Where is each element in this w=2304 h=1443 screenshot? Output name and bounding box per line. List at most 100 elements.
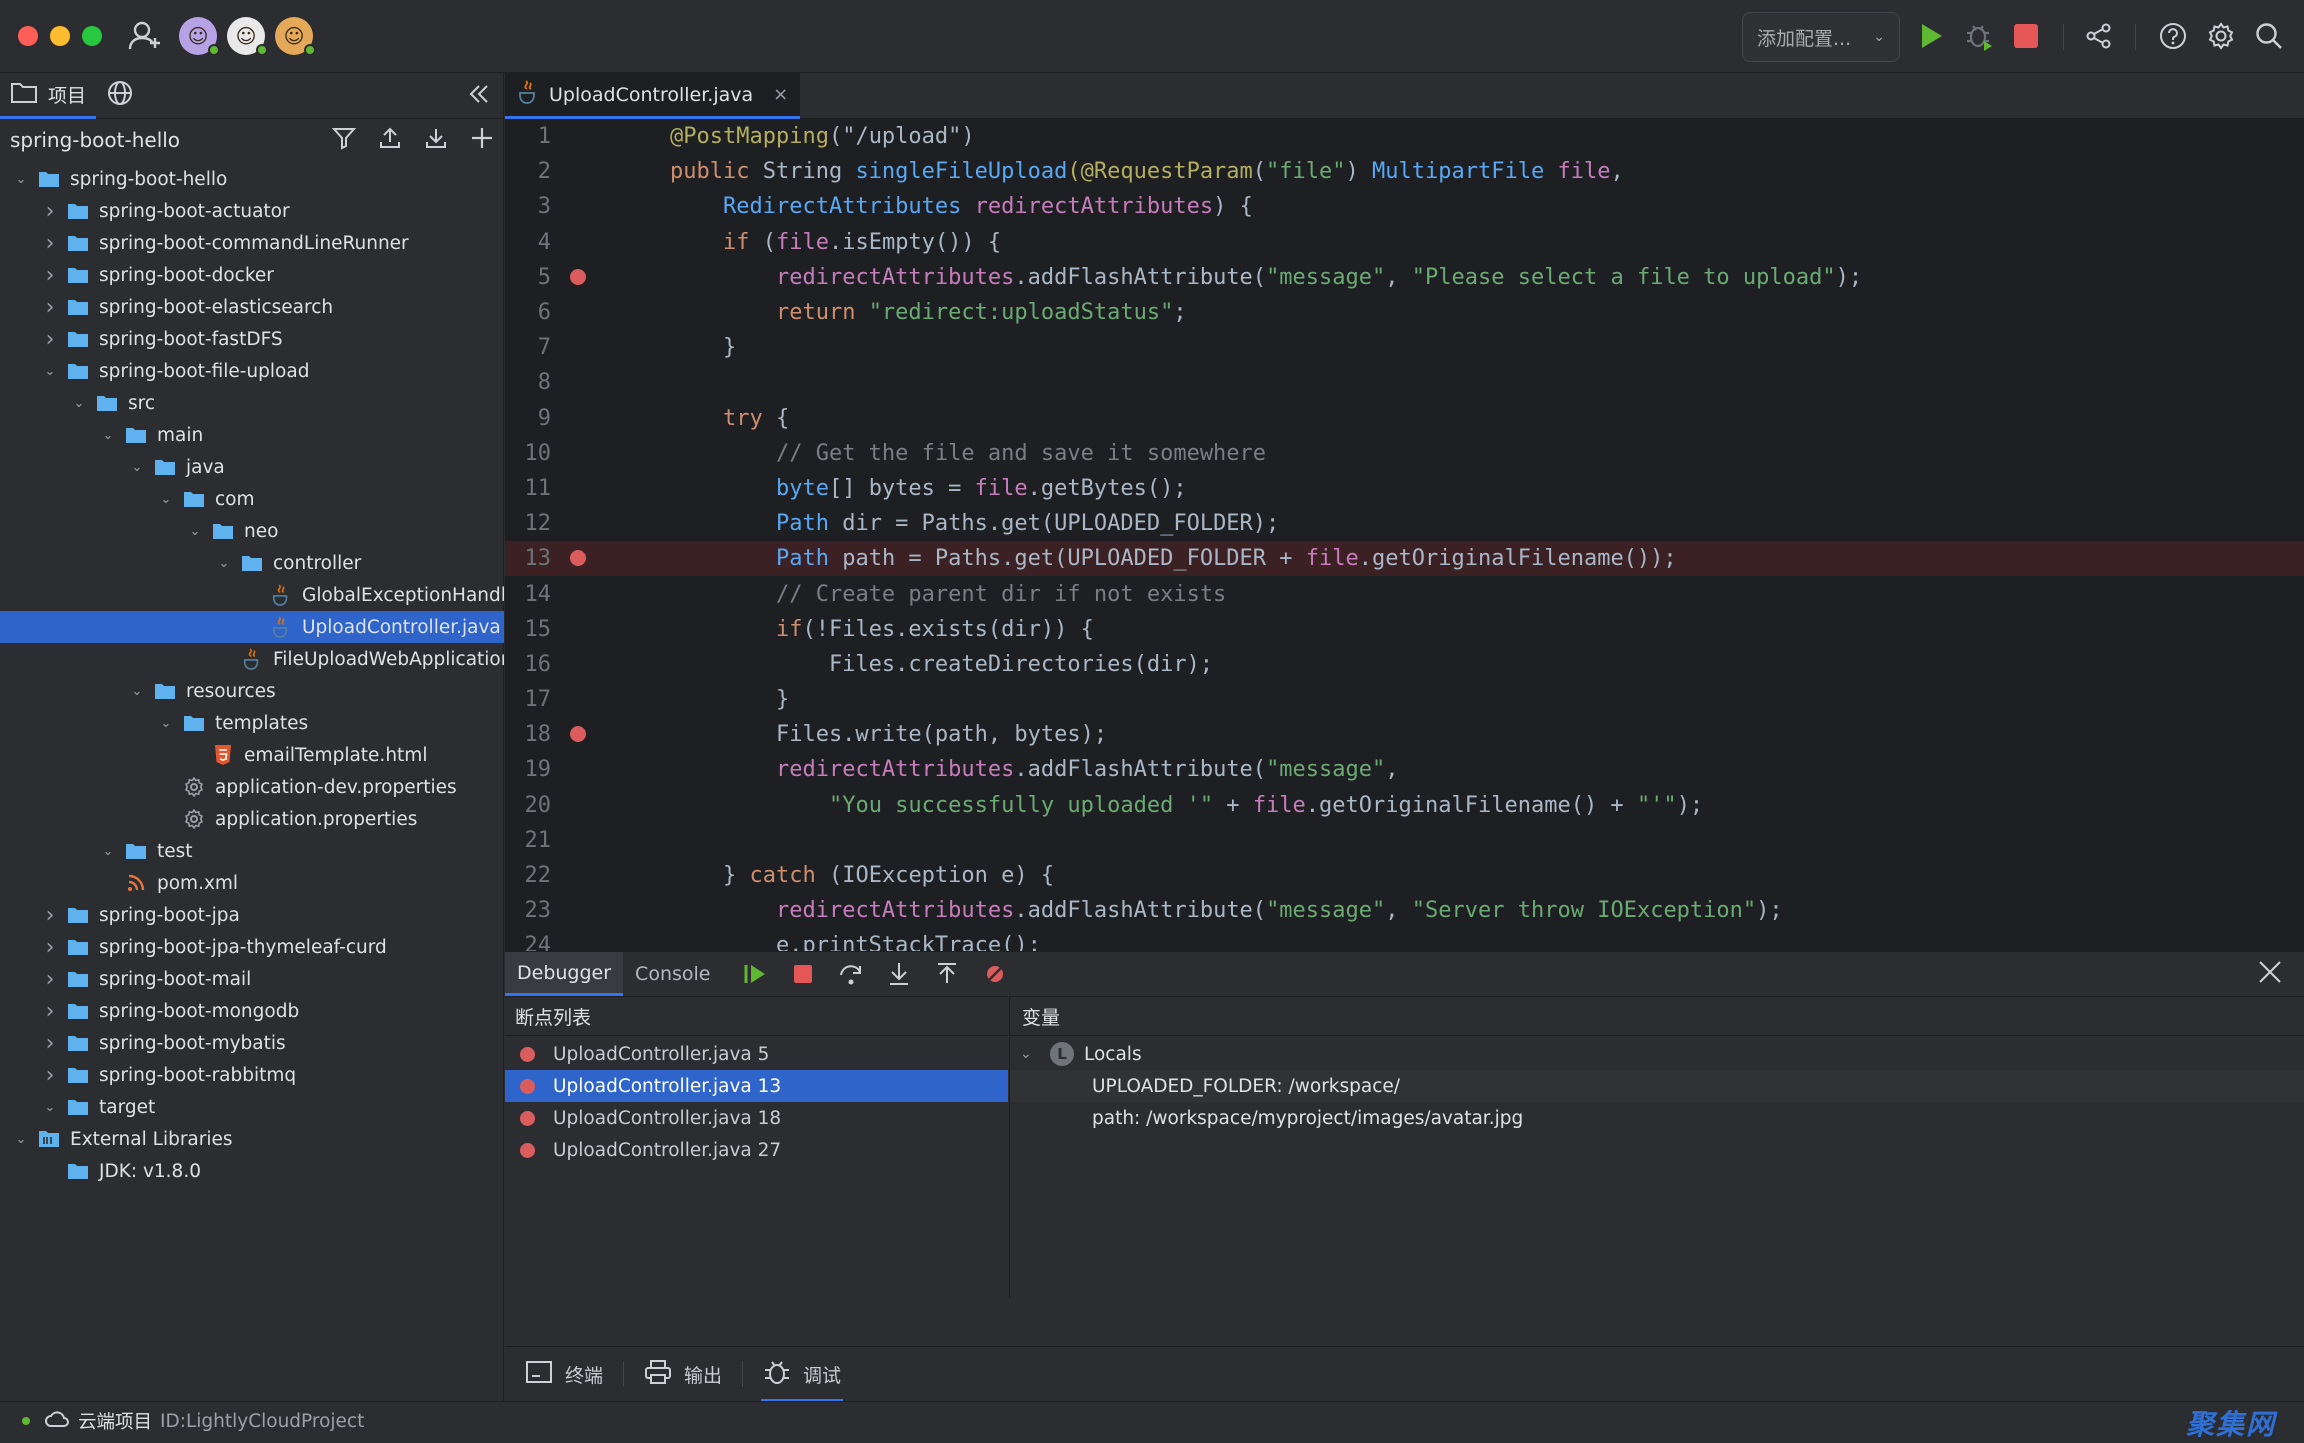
tree-item[interactable]: › spring-boot-mail	[0, 963, 504, 995]
code-line[interactable]: 17 }	[505, 682, 2304, 717]
breakpoint-item[interactable]: UploadController.java 18	[505, 1102, 1008, 1134]
settings-gear-icon[interactable]	[2205, 20, 2237, 52]
variable-row[interactable]: UPLOADED_FOLDER: /workspace/	[1010, 1070, 2304, 1102]
chevron-right-icon[interactable]: ›	[39, 295, 61, 320]
tree-item[interactable]: emailTemplate.html	[0, 739, 504, 771]
editor-tab[interactable]: UploadController.java ×	[505, 73, 801, 119]
tree-item[interactable]: ⌄ src	[0, 387, 504, 419]
tree-item[interactable]: ⌄ test	[0, 835, 504, 867]
chevron-right-icon[interactable]: ›	[39, 1063, 61, 1088]
tree-item[interactable]: pom.xml	[0, 867, 504, 899]
code-line[interactable]: 8	[505, 365, 2304, 400]
chevron-down-icon[interactable]: ⌄	[126, 456, 148, 478]
breakpoint-marker[interactable]	[570, 550, 586, 567]
line-number[interactable]: 16	[505, 652, 552, 677]
tree-item[interactable]: › spring-boot-mybatis	[0, 1027, 504, 1059]
line-number[interactable]: 8	[505, 370, 551, 395]
tree-item[interactable]: application-dev.properties	[0, 771, 504, 803]
chevron-right-icon[interactable]: ›	[39, 199, 61, 224]
chevron-right-icon[interactable]: ›	[39, 967, 61, 992]
breakpoint-marker[interactable]	[570, 726, 586, 743]
maximize-window-button[interactable]	[82, 26, 102, 46]
filter-icon[interactable]	[331, 126, 357, 155]
chevron-right-icon[interactable]: ›	[39, 999, 61, 1024]
chevron-down-icon[interactable]: ⌄	[10, 168, 32, 190]
breakpoint-marker[interactable]	[570, 268, 586, 285]
tree-item[interactable]: UploadController.java	[0, 611, 504, 643]
code-line[interactable]: 13 Path path = Paths.get(UPLOADED_FOLDER…	[505, 541, 2304, 577]
line-number[interactable]: 22	[505, 863, 552, 888]
chevron-down-icon[interactable]: ⌄	[126, 680, 148, 702]
tree-item[interactable]: › spring-boot-jpa-thymeleaf-curd	[0, 931, 504, 963]
breakpoint-item[interactable]: UploadController.java 13	[505, 1070, 1008, 1102]
line-number[interactable]: 2	[505, 159, 551, 184]
tab-console[interactable]: Console	[623, 952, 722, 996]
code-line[interactable]: 12 Path dir = Paths.get(UPLOADED_FOLDER)…	[505, 506, 2304, 541]
line-number[interactable]: 14	[505, 582, 552, 607]
line-number[interactable]: 15	[505, 617, 552, 642]
add-icon[interactable]	[470, 126, 494, 155]
breakpoint-item[interactable]: UploadController.java 5	[505, 1038, 1008, 1070]
tree-item[interactable]: › spring-boot-jpa	[0, 899, 504, 931]
help-icon[interactable]	[2157, 20, 2189, 52]
chevron-down-icon[interactable]: ⌄	[184, 520, 206, 542]
chevron-right-icon[interactable]: ›	[39, 263, 61, 288]
tree-item[interactable]: ⌄ controller	[0, 547, 504, 579]
code-line[interactable]: 15 if(!Files.exists(dir)) {	[505, 612, 2304, 647]
download-icon[interactable]	[424, 126, 448, 155]
code-line[interactable]: 20 "You successfully uploaded '" + file.…	[505, 788, 2304, 823]
step-into-icon[interactable]	[884, 959, 914, 989]
add-collaborator-icon[interactable]	[128, 20, 162, 56]
tab-project[interactable]: 项目	[0, 73, 97, 119]
line-number[interactable]: 23	[505, 898, 552, 923]
chevron-down-icon[interactable]: ⌄	[10, 1128, 32, 1150]
stop-debug-icon[interactable]	[788, 959, 818, 989]
tree-item[interactable]: › spring-boot-fastDFS	[0, 323, 504, 355]
tree-item[interactable]: › spring-boot-rabbitmq	[0, 1059, 504, 1091]
line-number[interactable]: 9	[505, 406, 551, 431]
code-line[interactable]: 14 // Create parent dir if not exists	[505, 576, 2304, 611]
line-number[interactable]: 6	[505, 300, 551, 325]
line-number[interactable]: 7	[505, 335, 551, 360]
chevron-right-icon[interactable]: ›	[39, 231, 61, 256]
mute-breakpoints-icon[interactable]	[980, 959, 1010, 989]
tree-item[interactable]: application.properties	[0, 803, 504, 835]
code-line[interactable]: 16 Files.createDirectories(dir);	[505, 647, 2304, 682]
share-icon[interactable]	[2083, 20, 2115, 52]
code-line[interactable]: 11 byte[] bytes = file.getBytes();	[505, 471, 2304, 506]
resume-icon[interactable]	[740, 959, 770, 989]
tree-item[interactable]: ⌄ java	[0, 451, 504, 483]
line-number[interactable]: 21	[505, 828, 552, 853]
tree-item[interactable]: ⌄ spring-boot-file-upload	[0, 355, 504, 387]
code-line[interactable]: 21	[505, 823, 2304, 858]
tree-item[interactable]: ⌄ resources	[0, 675, 504, 707]
line-number[interactable]: 17	[505, 687, 552, 712]
chevron-right-icon[interactable]: ›	[39, 903, 61, 928]
tree-item[interactable]: ⌄ neo	[0, 515, 504, 547]
avatar[interactable]: ☺	[227, 17, 268, 56]
code-line[interactable]: 6 return "redirect:uploadStatus";	[505, 295, 2304, 330]
tree-item[interactable]: › spring-boot-commandLineRunner	[0, 227, 504, 259]
tree-item[interactable]: › spring-boot-mongodb	[0, 995, 504, 1027]
code-line[interactable]: 19 redirectAttributes.addFlashAttribute(…	[505, 752, 2304, 787]
line-number[interactable]: 4	[505, 230, 551, 255]
variable-row[interactable]: path: /workspace/myproject/images/avatar…	[1010, 1102, 2304, 1134]
chevron-down-icon[interactable]: ⌄	[39, 1096, 61, 1118]
chevron-down-icon[interactable]: ⌄	[97, 840, 119, 862]
line-number[interactable]: 18	[505, 722, 552, 747]
step-over-icon[interactable]	[836, 959, 866, 989]
cloud-project-label[interactable]: 云端项目	[78, 1408, 152, 1434]
line-number[interactable]: 3	[505, 194, 551, 219]
line-number[interactable]: 11	[505, 476, 552, 501]
line-number[interactable]: 24	[505, 933, 552, 951]
debug-icon[interactable]	[1963, 20, 1995, 52]
minimize-window-button[interactable]	[50, 26, 70, 46]
chevron-right-icon[interactable]: ›	[39, 935, 61, 960]
code-line[interactable]: 23 redirectAttributes.addFlashAttribute(…	[505, 893, 2304, 928]
chevron-down-icon[interactable]: ⌄	[155, 712, 177, 734]
chevron-down-icon[interactable]: ⌄	[39, 360, 61, 382]
code-line[interactable]: 1 @PostMapping("/upload")	[505, 119, 2304, 154]
breakpoint-item[interactable]: UploadController.java 27	[505, 1134, 1008, 1166]
chevron-right-icon[interactable]: ›	[39, 327, 61, 352]
line-number[interactable]: 5	[505, 265, 551, 290]
